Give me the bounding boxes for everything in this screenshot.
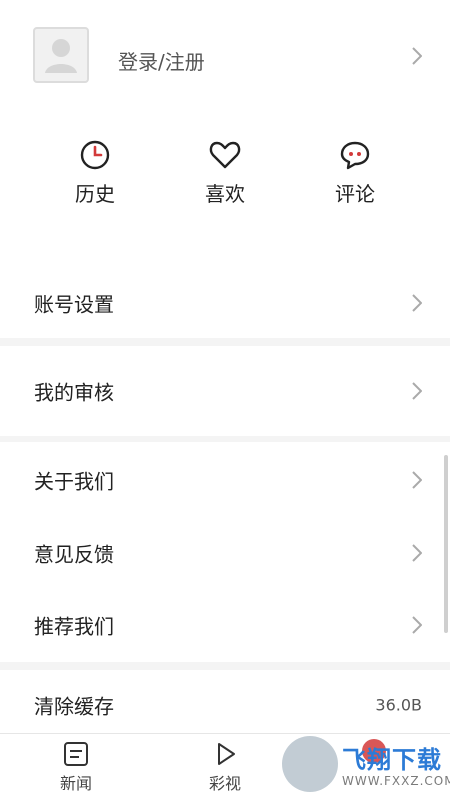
cache-panel: 清除缓存 36.0B [0, 670, 450, 733]
settings-item-label: 推荐我们 [34, 614, 114, 639]
comments-label: 评论 [335, 182, 375, 206]
settings-item-about[interactable]: 关于我们 [0, 442, 450, 518]
news-icon [61, 740, 91, 768]
watermark-emblem-icon [282, 736, 338, 792]
settings-item-clear-cache[interactable]: 清除缓存 36.0B [0, 670, 450, 740]
tab-label: 新闻 [59, 774, 92, 793]
settings-item-label: 意见反馈 [34, 542, 114, 567]
chevron-right-icon [412, 382, 422, 400]
default-avatar-icon [45, 39, 77, 73]
scrollbar[interactable] [444, 455, 448, 633]
review-panel: 我的审核 [0, 346, 450, 436]
favorites-label: 喜欢 [205, 182, 245, 206]
watermark-logo: 飞翔下载 WWW.FXXZ.COM [282, 736, 450, 796]
clock-icon [78, 138, 112, 172]
favorites-button[interactable]: 喜欢 [180, 138, 270, 207]
chevron-right-icon [412, 47, 422, 65]
tab-label: 彩视 [208, 774, 241, 793]
settings-item-recommend[interactable]: 推荐我们 [0, 588, 450, 662]
watermark-url: WWW.FXXZ.COM [342, 774, 450, 788]
comment-icon [338, 138, 372, 172]
settings-item-label: 账号设置 [34, 292, 114, 317]
watermark-brand: 飞翔下载 [342, 746, 442, 774]
comments-button[interactable]: 评论 [310, 138, 400, 207]
chevron-right-icon [412, 471, 422, 489]
chevron-right-icon [412, 544, 422, 562]
play-icon [210, 740, 240, 768]
settings-item-label: 清除缓存 [34, 694, 114, 719]
tab-video[interactable]: 彩视 [185, 740, 265, 794]
profile-panel: 登录/注册 历史 喜欢 评论 账号设置 [0, 0, 450, 338]
info-panel: 关于我们 意见反馈 推荐我们 [0, 442, 450, 662]
settings-item-feedback[interactable]: 意见反馈 [0, 518, 450, 588]
tab-news[interactable]: 新闻 [36, 740, 116, 794]
cache-size-value: 36.0B [375, 695, 422, 715]
heart-icon [208, 138, 242, 172]
settings-item-label: 关于我们 [34, 469, 114, 494]
login-row[interactable]: 登录/注册 [0, 20, 450, 92]
login-register-link[interactable]: 登录/注册 [118, 46, 205, 75]
settings-item-review[interactable]: 我的审核 [0, 346, 450, 436]
avatar[interactable] [33, 27, 89, 83]
settings-item-account[interactable]: 账号设置 [0, 268, 450, 338]
history-label: 历史 [75, 182, 115, 206]
chevron-right-icon [412, 616, 422, 634]
chevron-right-icon [412, 294, 422, 312]
settings-item-label: 我的审核 [34, 380, 114, 405]
history-button[interactable]: 历史 [50, 138, 140, 207]
